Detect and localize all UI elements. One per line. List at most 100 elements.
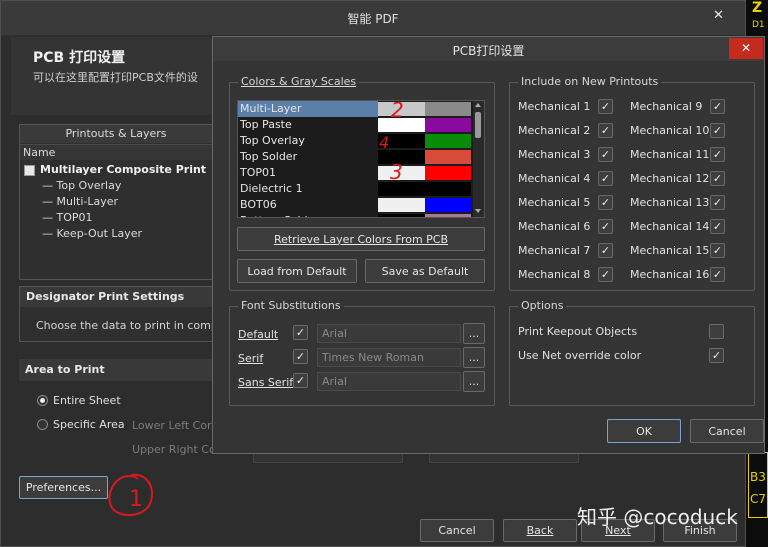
ok-button[interactable]: OK	[607, 419, 681, 443]
dialog-title: PCB打印设置	[452, 44, 525, 58]
scroll-down-icon[interactable]	[475, 209, 481, 213]
tree-root-icon	[24, 165, 35, 176]
radio-specific-area[interactable]	[37, 419, 48, 430]
font-checkbox[interactable]: ✓	[293, 349, 308, 364]
mechanical-checkbox[interactable]: ✓	[710, 243, 725, 258]
layer-list-scrollbar[interactable]	[473, 101, 484, 217]
designator-text: Choose the data to print in compo	[36, 319, 225, 332]
mechanical-label: Mechanical 4	[518, 172, 591, 185]
gray-swatch[interactable]	[378, 182, 425, 196]
color-swatch[interactable]	[425, 182, 471, 196]
entire-sheet-label: Entire Sheet	[53, 394, 121, 407]
name-column-header: Name	[20, 144, 212, 160]
colors-group-title: Colors & Gray Scales	[238, 75, 360, 88]
load-default-button[interactable]: Load from Default	[237, 259, 357, 283]
layer-row[interactable]: Top Overlay	[238, 133, 473, 149]
mechanical-checkbox[interactable]: ✓	[598, 267, 613, 282]
tree-child[interactable]: — Top Overlay	[42, 179, 121, 192]
mechanical-checkbox[interactable]: ✓	[710, 99, 725, 114]
color-swatch[interactable]	[425, 118, 471, 132]
tree-child[interactable]: — TOP01	[42, 211, 93, 224]
area-title: Area to Print	[19, 359, 213, 381]
mechanical-label: Mechanical 5	[518, 196, 591, 209]
font-label: Sans Serif	[238, 376, 294, 389]
layer-list[interactable]: Multi-Layer Top Paste Top Overlay Top Solde…	[237, 100, 485, 218]
printouts-header: Printouts & Layers	[20, 125, 212, 143]
font-checkbox[interactable]: ✓	[293, 325, 308, 340]
retrieve-colors-button[interactable]: Retrieve Layer Colors From PCB	[237, 227, 485, 251]
annot-mark: 4	[379, 133, 390, 152]
layer-row[interactable]: Dielectric 1	[238, 181, 473, 197]
font-input[interactable]: Arial	[317, 372, 461, 391]
option-label: Print Keepout Objects	[518, 325, 638, 338]
layer-row[interactable]: TOP01	[238, 165, 473, 181]
gray-swatch[interactable]	[378, 214, 425, 217]
edge-text: D1	[752, 20, 765, 30]
outer-close-icon[interactable]: ✕	[713, 8, 724, 23]
mechanical-label: Mechanical 7	[518, 244, 591, 257]
tree-child[interactable]: — Multi-Layer	[42, 195, 118, 208]
wizard-back-button[interactable]: Back	[503, 519, 577, 542]
mechanical-checkbox[interactable]: ✓	[598, 99, 613, 114]
scroll-thumb[interactable]	[475, 112, 481, 138]
preferences-button[interactable]: Preferences...	[19, 476, 108, 499]
include-group-title: Include on New Printouts	[518, 75, 662, 88]
mechanical-checkbox[interactable]: ✓	[710, 171, 725, 186]
dialog-cancel-button[interactable]: Cancel	[690, 419, 764, 443]
lower-left-label: Lower Left Corn	[132, 419, 219, 432]
layer-row[interactable]: Top Paste	[238, 117, 473, 133]
radio-dot	[40, 398, 45, 403]
layer-row[interactable]: Bottom Solder	[238, 213, 473, 217]
header-title: PCB 打印设置	[33, 50, 126, 66]
mechanical-checkbox[interactable]: ✓	[710, 147, 725, 162]
tree-child[interactable]: — Keep-Out Layer	[42, 227, 142, 240]
layer-row[interactable]: BOT06	[238, 197, 473, 213]
printouts-panel: Printouts & Layers Name Multilayer Compo…	[19, 124, 213, 280]
font-browse-button[interactable]: ...	[463, 371, 485, 392]
option-checkbox[interactable]	[709, 324, 724, 339]
mechanical-checkbox[interactable]: ✓	[598, 147, 613, 162]
mechanical-checkbox[interactable]: ✓	[598, 171, 613, 186]
color-swatch[interactable]	[425, 102, 471, 116]
color-swatch[interactable]	[425, 150, 471, 164]
mechanical-checkbox[interactable]: ✓	[598, 219, 613, 234]
mechanical-label: Mechanical 9	[630, 100, 703, 113]
font-input[interactable]: Times New Roman	[317, 348, 461, 367]
gray-swatch[interactable]	[378, 198, 425, 212]
color-swatch[interactable]	[425, 134, 471, 148]
wizard-cancel-button[interactable]: Cancel	[420, 519, 494, 542]
option-checkbox[interactable]: ✓	[709, 348, 724, 363]
mechanical-checkbox[interactable]: ✓	[710, 195, 725, 210]
annotation-one: 1	[129, 487, 143, 512]
lower-input-bg	[429, 453, 579, 463]
mechanical-checkbox[interactable]: ✓	[598, 123, 613, 138]
layer-name: BOT06	[240, 198, 277, 211]
tree-root[interactable]: Multilayer Composite Print	[40, 163, 206, 176]
font-browse-button[interactable]: ...	[463, 347, 485, 368]
font-input[interactable]: Arial	[317, 324, 461, 343]
lower-input-bg	[253, 453, 403, 463]
outer-titlebar: 智能 PDF ✕	[1, 1, 745, 35]
layer-name: Top Overlay	[240, 134, 305, 147]
radio-entire-sheet[interactable]	[37, 395, 48, 406]
color-swatch[interactable]	[425, 214, 471, 217]
mechanical-checkbox[interactable]: ✓	[598, 243, 613, 258]
color-swatch[interactable]	[425, 198, 471, 212]
mechanical-checkbox[interactable]: ✓	[598, 195, 613, 210]
annotation-circle: 1	[108, 473, 153, 517]
mechanical-checkbox[interactable]: ✓	[710, 123, 725, 138]
layer-row[interactable]: Top Solder	[238, 149, 473, 165]
font-label: Default	[238, 328, 279, 341]
annot-mark: 3	[390, 160, 403, 184]
specific-area-label: Specific Area	[53, 418, 125, 431]
font-checkbox[interactable]: ✓	[293, 373, 308, 388]
scroll-up-icon[interactable]	[475, 103, 481, 107]
mechanical-checkbox[interactable]: ✓	[710, 219, 725, 234]
save-default-button[interactable]: Save as Default	[365, 259, 485, 283]
layer-row[interactable]: Multi-Layer	[238, 101, 473, 117]
dialog-close-icon[interactable]: ✕	[729, 38, 763, 59]
font-browse-button[interactable]: ...	[463, 323, 485, 344]
mechanical-checkbox[interactable]: ✓	[710, 267, 725, 282]
color-swatch[interactable]	[425, 166, 471, 180]
edge-text: C7	[750, 492, 767, 506]
